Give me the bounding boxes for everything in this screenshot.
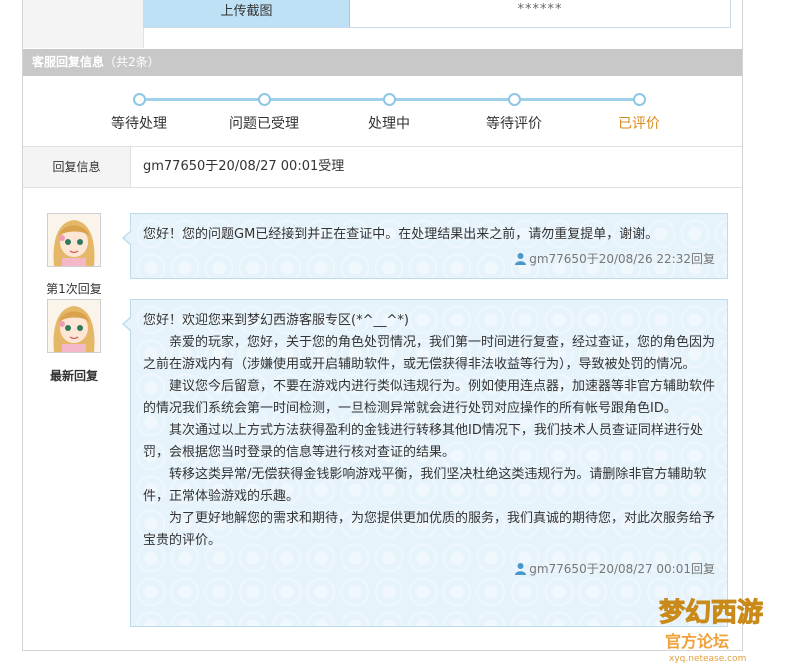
gm-avatar-icon [48,300,100,352]
avatar [47,299,101,353]
progress-tracker: 等待处理 问题已受理 处理中 等待评价 已评价 [23,76,742,147]
user-icon [515,253,527,265]
upload-masked-value: ****** [517,2,563,17]
latest-reply-label: 最新回复 [49,369,98,383]
reply-meta-text: gm77650于20/08/27 00:01回复 [529,562,715,576]
reply-meta: gm77650于20/08/26 22:32回复 [143,248,715,270]
section-header: 客服回复信息（共2条） [23,49,742,76]
watermark-logo: 梦幻西游 官方论坛 xyq.netease.com [655,585,795,665]
reply-paragraph: 转移这类异常/无偿获得金钱影响游戏平衡，我们坚决杜绝这类违规行为。请删除非官方辅… [143,467,707,504]
reply-bubble: 您好！欢迎您来到梦幻西游客服专区(*^__^*) 亲爱的玩家，您好，关于您的角色… [122,299,728,627]
watermark-url: xyq.netease.com [669,654,746,664]
reply-info-value: gm77650于20/08/27 00:01受理 [143,159,345,174]
section-title: 客服回复信息 [32,55,105,69]
upload-screenshot-button[interactable]: 上传截图 [144,0,350,27]
reply-paragraph: 其次通过以上方式方法获得盈利的金钱进行转移其他ID情况下，我们技术人员查证同样进… [143,423,703,460]
progress-step-label: 问题已受理 [229,116,299,132]
gm-avatar-icon [48,214,100,266]
watermark-subtitle: 官方论坛 [665,632,729,651]
reply-info-row: 回复信息 gm77650于20/08/27 00:01受理 [23,147,742,188]
progress-step-label: 等待处理 [111,116,167,132]
watermark-title: 梦幻西游 [659,598,763,628]
user-icon [515,563,527,575]
section-count: （共2条） [104,55,160,69]
progress-step-label-active: 已评价 [618,116,660,132]
progress-dot [633,93,646,106]
reply-meta-text: gm77650于20/08/26 22:32回复 [529,252,715,266]
upload-row-label-cell [23,0,144,48]
reply-paragraph: 为了更好地解您的需求和期待，为您提供更加优质的服务，我们真诚的期待您，对此次服务… [143,511,716,548]
reply-greeting: 您好！欢迎您来到梦幻西游客服专区(*^__^*) [143,313,409,328]
progress-dot [508,93,521,106]
progress-step-label: 处理中 [368,116,410,132]
progress-step-label: 等待评价 [486,116,542,132]
ticket-panel: 上传截图 ****** 客服回复信息（共2条） 等待处理 问题已受理 处理中 等… [22,0,743,651]
forum-watermark-icon: 梦幻西游 官方论坛 xyq.netease.com [659,598,764,665]
progress-dot [383,93,396,106]
progress-dot [258,93,271,106]
reply-meta: gm77650于20/08/27 00:01回复 [143,558,715,580]
reply-paragraph: 建议您今后留意，不要在游戏内进行类似违规行为。例如使用连点器，加速器等非官方辅助… [143,379,716,416]
reply-text: 您好！您的问题GM已经接到并正在查证中。在处理结果出来之前，请勿重复提单，谢谢。 [143,227,659,242]
reply-bubble: 您好！您的问题GM已经接到并正在查证中。在处理结果出来之前，请勿重复提单，谢谢。… [122,213,728,279]
progress-dot [133,93,146,106]
reply-paragraph: 亲爱的玩家，您好，关于您的角色处罚情况，我们第一时间进行复查，经过查证，您的角色… [143,335,716,372]
upload-row: 上传截图 ****** [143,0,731,28]
avatar [47,213,101,267]
reply-info-label: 回复信息 [23,147,131,187]
reply-count-label: 第1次回复 [46,282,102,296]
